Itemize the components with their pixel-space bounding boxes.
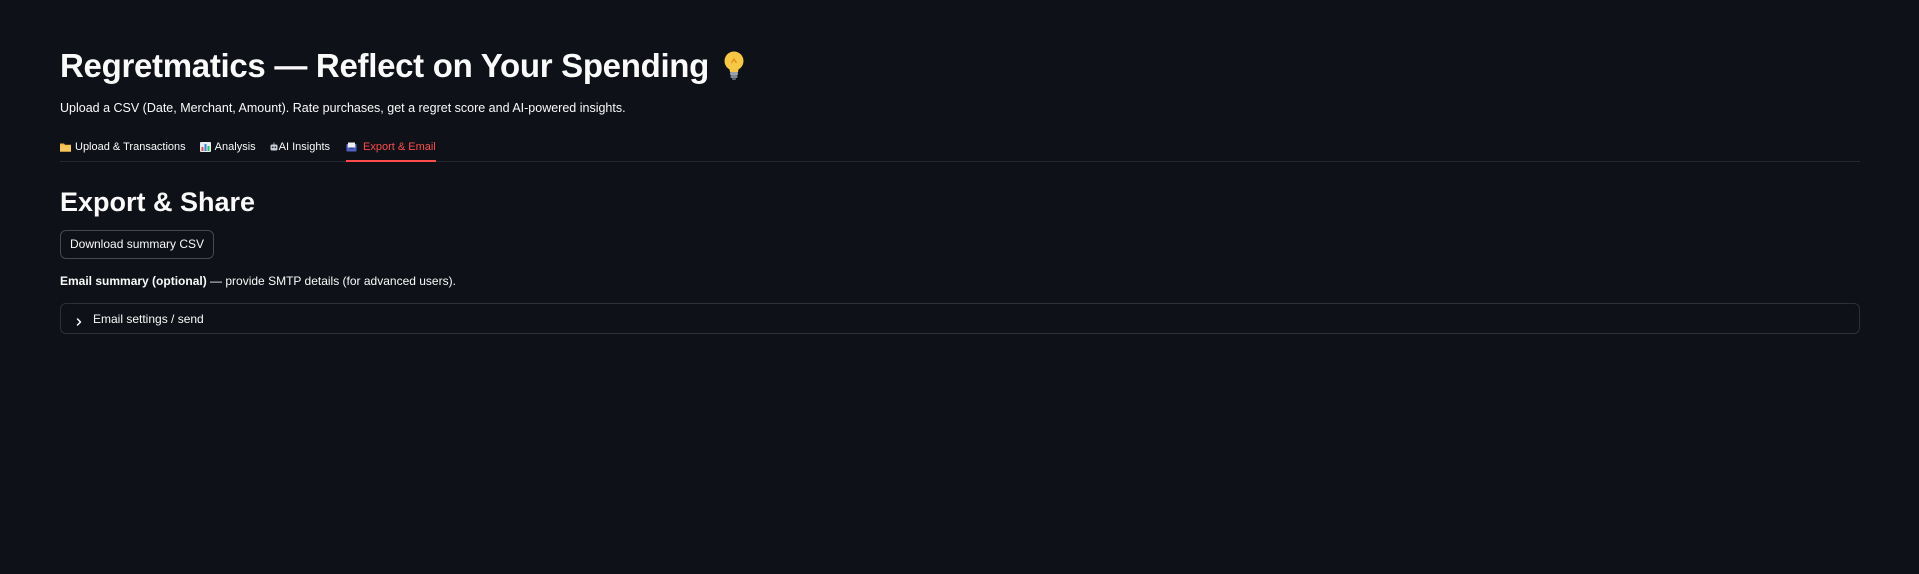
lightbulb-icon (723, 50, 745, 82)
tab-analysis-label: Analysis (214, 141, 256, 153)
section-heading: Export & Share (60, 187, 256, 217)
tab-bar: Upload & Transactions Analysis AI Insigh… (60, 135, 1860, 162)
tab-export-email-label: Export & Email (363, 141, 436, 153)
tab-upload-transactions[interactable]: Upload & Transactions (60, 135, 186, 159)
email-note: Email summary (optional) — provide SMTP … (60, 273, 456, 289)
tab-upload-transactions-label: Upload & Transactions (75, 141, 186, 153)
page-title-text: Regretmatics — Reflect on Your Spending (60, 47, 710, 84)
folder-icon (60, 142, 71, 152)
download-summary-button[interactable]: Download summary CSV (60, 230, 215, 259)
bar-chart-icon (199, 142, 211, 152)
email-note-bold: Email summary (optional) (60, 274, 207, 288)
page-title: Regretmatics — Reflect on Your Spending (60, 46, 745, 86)
chevron-right-icon (74, 314, 84, 326)
page-subtitle: Upload a CSV (Date, Merchant, Amount). R… (60, 101, 626, 115)
tab-ai-insights-label: AI Insights (278, 141, 330, 153)
robot-icon (270, 142, 278, 152)
tab-export-email[interactable]: Export & Email (346, 135, 436, 162)
inbox-icon (346, 142, 357, 152)
email-settings-label: Email settings / send (93, 311, 204, 326)
tab-analysis[interactable]: Analysis (199, 135, 256, 159)
email-note-text: — provide SMTP details (for advanced use… (206, 274, 456, 288)
tab-ai-insights[interactable]: AI Insights (270, 135, 330, 159)
email-settings-expander[interactable]: Email settings / send (60, 303, 1860, 334)
